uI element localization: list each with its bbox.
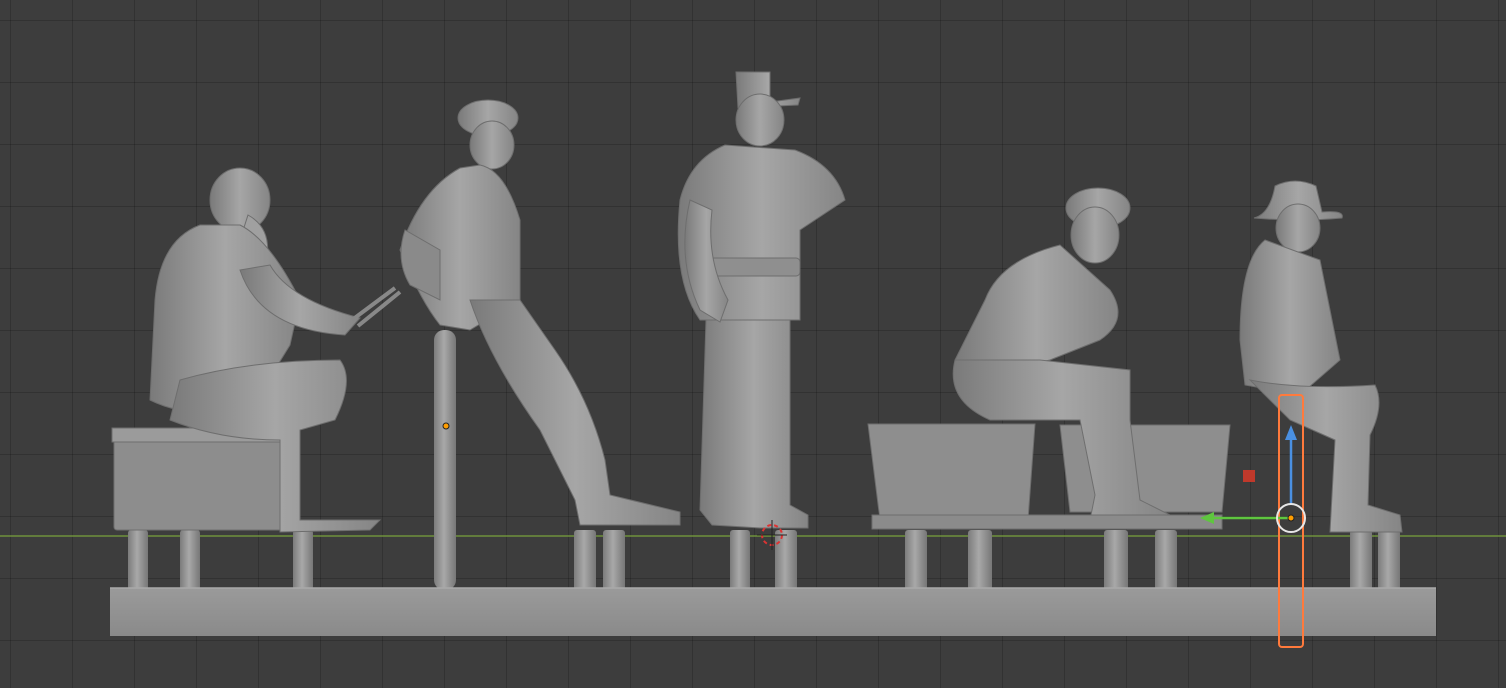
head	[1070, 206, 1120, 264]
leg	[469, 299, 681, 526]
figure-soldier-with-tubs[interactable]	[867, 187, 1231, 530]
support-pillar[interactable]	[1155, 530, 1177, 590]
support-pillar[interactable]	[730, 530, 750, 590]
legs	[699, 319, 809, 529]
3d-viewport[interactable]	[0, 0, 1506, 688]
support-pillar[interactable]	[293, 530, 313, 590]
base-slab	[871, 514, 1223, 530]
storage-trunk[interactable]	[113, 429, 285, 531]
support-pillar[interactable]	[1350, 530, 1372, 590]
support-pillar[interactable]	[180, 530, 200, 590]
support-pillar[interactable]	[1378, 530, 1400, 590]
support-pillar[interactable]	[1104, 530, 1128, 590]
origin-point-icon	[1287, 514, 1295, 522]
support-pillar[interactable]	[128, 530, 148, 590]
legs	[1248, 379, 1403, 533]
base-plate[interactable]	[110, 588, 1436, 636]
figure-standing-soldier[interactable]	[677, 71, 846, 529]
head	[1275, 203, 1321, 253]
head	[735, 93, 785, 147]
support-pillar[interactable]	[775, 530, 797, 590]
torso	[1239, 239, 1341, 396]
tongs-icon	[350, 286, 402, 328]
wash-tub-left[interactable]	[867, 423, 1036, 521]
support-pillar[interactable]	[574, 530, 596, 590]
head	[209, 167, 271, 233]
light-object-icon[interactable]	[1243, 470, 1255, 482]
figure-seated-man-hat[interactable]	[1239, 180, 1403, 533]
belt	[709, 257, 801, 277]
origin-point-icon	[442, 422, 450, 430]
figure-seated-bearded-man[interactable]	[111, 167, 402, 533]
support-pillar[interactable]	[603, 530, 625, 590]
head	[469, 120, 515, 170]
support-pillar[interactable]	[968, 530, 992, 590]
scene-canvas[interactable]	[0, 0, 1506, 688]
support-pillar[interactable]	[434, 330, 456, 590]
support-pillar[interactable]	[905, 530, 927, 590]
